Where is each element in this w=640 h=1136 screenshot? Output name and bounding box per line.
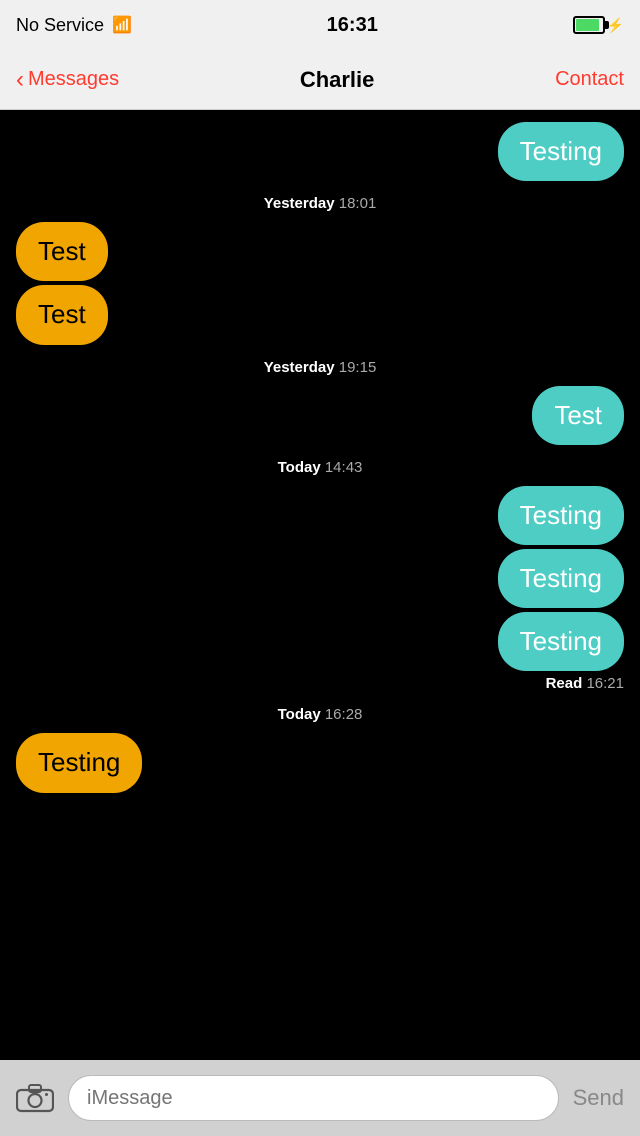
message-bubble: Test (16, 285, 108, 344)
message-bubble: Testing (498, 549, 624, 608)
message-bubble: Testing (498, 122, 624, 181)
message-bubble: Test (532, 386, 624, 445)
status-right: ⚡ (573, 16, 624, 34)
message-bubble: Testing (498, 486, 624, 545)
time-label: 16:31 (327, 14, 378, 37)
camera-button[interactable] (12, 1075, 58, 1121)
bubble-row: Test (16, 222, 624, 281)
status-left: No Service 📶 (16, 15, 132, 36)
chevron-left-icon: ‹ (16, 68, 24, 92)
battery-container: ⚡ (573, 16, 624, 34)
timestamp-divider: Today 14:43 (0, 459, 640, 476)
bubble-row: Testing (16, 549, 624, 608)
timestamp-divider: Today 16:28 (0, 706, 640, 723)
message-bubble: Testing (498, 612, 624, 671)
read-receipt: Read 16:21 (16, 675, 624, 692)
camera-icon (16, 1083, 54, 1113)
bolt-icon: ⚡ (607, 17, 624, 34)
contact-button[interactable]: Contact (555, 68, 624, 91)
carrier-label: No Service (16, 15, 104, 36)
back-label: Messages (28, 68, 119, 91)
bubble-row: Test (16, 386, 624, 445)
bubble-row: Testing (16, 733, 624, 792)
bubble-row: Testing (16, 612, 624, 671)
message-input[interactable] (68, 1075, 559, 1121)
status-bar: No Service 📶 16:31 ⚡ (0, 0, 640, 50)
input-bar: Send (0, 1060, 640, 1136)
messages-area: TestingYesterday 18:01TestTestYesterday … (0, 110, 640, 1060)
nav-bar: ‹ Messages Charlie Contact (0, 50, 640, 110)
conversation-title: Charlie (300, 67, 375, 93)
battery-icon (573, 16, 605, 34)
bubble-row: Test (16, 285, 624, 344)
timestamp-divider: Yesterday 18:01 (0, 195, 640, 212)
message-bubble: Testing (16, 733, 142, 792)
message-bubble: Test (16, 222, 108, 281)
timestamp-divider: Yesterday 19:15 (0, 359, 640, 376)
send-button[interactable]: Send (569, 1085, 628, 1111)
back-button[interactable]: ‹ Messages (16, 68, 119, 92)
bubble-row: Testing (16, 486, 624, 545)
battery-fill (576, 19, 599, 31)
wifi-icon: 📶 (112, 15, 132, 35)
bubble-row: Testing (16, 122, 624, 181)
